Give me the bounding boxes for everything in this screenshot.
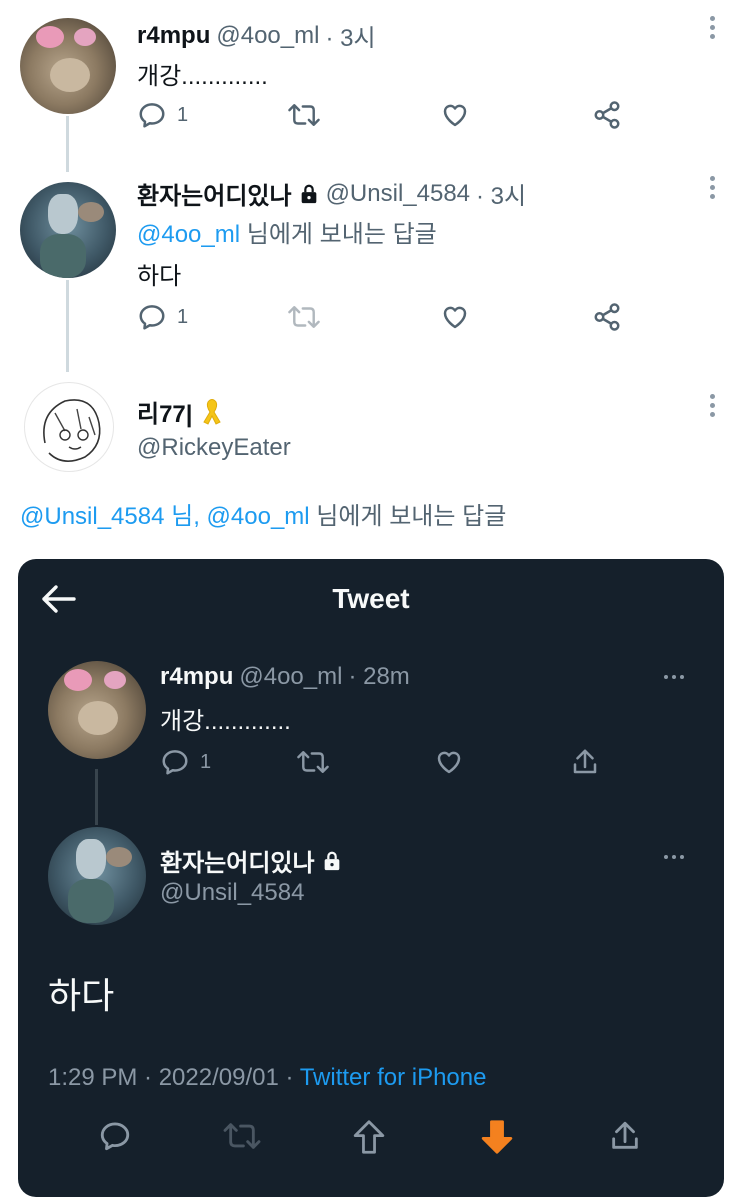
- like-button[interactable]: [440, 100, 470, 130]
- retweet-icon: [288, 306, 320, 328]
- reply-icon: [139, 103, 165, 128]
- avatar-sketch: [43, 399, 101, 462]
- like-icon: [443, 104, 467, 127]
- reply-to-mid: 님,: [171, 503, 200, 530]
- quoted-screenshot-card: Tweet r4mpu @4oo_ml · 28m 개강............…: [18, 559, 724, 1197]
- tweet-action-bar: [18, 1119, 724, 1169]
- retweet-icon: [223, 1123, 261, 1149]
- reply-to-handle-1[interactable]: @Unsil_4584: [20, 503, 164, 530]
- tweet-2[interactable]: 환자는어디있나 @Unsil_4584 · 3시 @4oo_ml 님에게 보내는…: [0, 170, 742, 372]
- author-handle[interactable]: @Unsil_4584: [326, 180, 470, 208]
- tweet-timestamp: 1:29 PM · 2022/09/01 · Twitter for iPhon…: [48, 1064, 487, 1091]
- more-icon[interactable]: [664, 855, 694, 859]
- more-icon[interactable]: [708, 176, 716, 199]
- share-button[interactable]: [592, 100, 622, 130]
- share-icon: [594, 101, 620, 129]
- reply-to-suffix: 님에게 보내는 답글: [246, 221, 437, 248]
- thread-line: [66, 116, 69, 172]
- reply-button[interactable]: 1: [137, 302, 188, 332]
- retweet-icon: [288, 104, 320, 126]
- tweet-text: 개강.............: [160, 708, 291, 735]
- reply-icon: [162, 750, 188, 775]
- retweet-button[interactable]: [222, 1119, 262, 1158]
- avatar-r4mpu[interactable]: [48, 661, 146, 759]
- tweet-time: · 28m: [348, 663, 410, 690]
- reply-icon: [100, 1122, 130, 1151]
- ribbon-icon: [202, 398, 221, 425]
- retweet-button[interactable]: [287, 302, 321, 332]
- like-button[interactable]: [440, 302, 470, 332]
- author-name[interactable]: 환자는어디있나: [137, 176, 292, 211]
- share-icon: [594, 303, 620, 331]
- thread-line: [66, 280, 69, 372]
- author-handle[interactable]: @RickeyEater: [137, 434, 291, 462]
- like-button[interactable]: [434, 747, 464, 777]
- share-upload-icon: [573, 749, 597, 774]
- avatar-unsil[interactable]: [20, 182, 116, 278]
- reply-button[interactable]: 1: [160, 747, 211, 777]
- more-icon[interactable]: [708, 394, 716, 417]
- downvote-icon: [481, 1120, 513, 1154]
- focused-tweet-text: 하다: [48, 975, 115, 1016]
- card-header: Tweet: [18, 559, 724, 639]
- upvote-icon: [353, 1120, 385, 1154]
- retweet-button[interactable]: [296, 747, 330, 777]
- lock-icon: [324, 851, 339, 870]
- author-name[interactable]: r4mpu: [160, 663, 233, 691]
- more-icon[interactable]: [664, 675, 694, 679]
- reply-context: @4oo_ml 님에게 보내는 답글: [137, 214, 437, 249]
- author-handle[interactable]: @4oo_ml: [216, 22, 319, 50]
- author-handle[interactable]: @Unsil_4584: [160, 879, 304, 907]
- retweet-button[interactable]: [287, 100, 321, 130]
- reply-button[interactable]: 1: [137, 100, 188, 130]
- share-button[interactable]: [608, 1119, 642, 1158]
- card-title: Tweet: [332, 583, 410, 614]
- reply-to-handle-2[interactable]: @4oo_ml: [207, 503, 310, 530]
- client-link[interactable]: Twitter for iPhone: [300, 1064, 487, 1091]
- reply-count: 1: [177, 103, 189, 126]
- more-icon[interactable]: [708, 16, 716, 39]
- retweet-icon: [297, 751, 329, 773]
- tweet-time: · 3시: [325, 25, 376, 52]
- reply-icon: [139, 305, 165, 330]
- reply-button[interactable]: [98, 1119, 132, 1158]
- share-button[interactable]: [570, 747, 600, 777]
- reply-to-suffix: 님에게 보내는 답글: [316, 503, 507, 530]
- tweet-time: · 3시: [476, 183, 527, 210]
- like-icon: [443, 306, 467, 329]
- downvote-button[interactable]: [480, 1119, 514, 1160]
- avatar-rickey[interactable]: [24, 382, 114, 472]
- share-upload-icon: [612, 1121, 638, 1149]
- tweet-text: 하다: [137, 263, 182, 290]
- tweet-1[interactable]: r4mpu @4oo_ml · 3시 개강............. 1: [0, 0, 742, 172]
- thread-line: [95, 769, 98, 825]
- share-button[interactable]: [592, 302, 622, 332]
- author-name[interactable]: 환자는어디있나: [160, 843, 315, 878]
- author-name[interactable]: 리77|: [137, 394, 193, 429]
- reply-count: 1: [200, 750, 212, 773]
- replying-to-line: @Unsil_4584 님, @4oo_ml 님에게 보내는 답글: [20, 496, 506, 531]
- upvote-button[interactable]: [352, 1119, 386, 1160]
- reply-to-handle[interactable]: @4oo_ml: [137, 221, 240, 248]
- lock-icon: [301, 184, 316, 203]
- author-name[interactable]: r4mpu: [137, 22, 210, 50]
- avatar-r4mpu[interactable]: [20, 18, 116, 114]
- avatar-unsil[interactable]: [48, 827, 146, 925]
- author-handle[interactable]: @4oo_ml: [239, 663, 342, 691]
- tweet-text: 개강.............: [137, 63, 268, 90]
- reply-count: 1: [177, 305, 189, 328]
- like-icon: [437, 751, 461, 774]
